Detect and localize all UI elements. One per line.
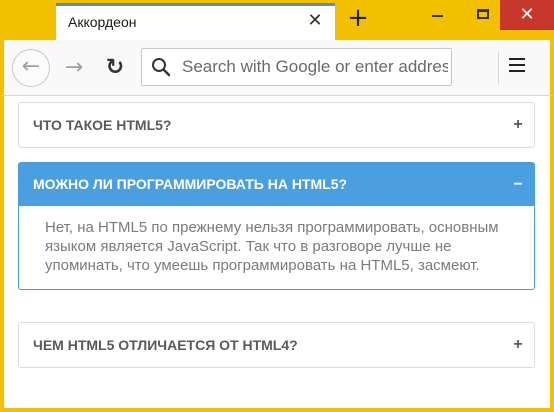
hamburger-menu-icon[interactable] [509,57,527,75]
navigation-toolbar: ← → ↻ [0,40,554,96]
collapse-icon[interactable]: − [510,163,526,206]
accordion-title: ЧЕМ HTML5 ОТЛИЧАЕТСЯ ОТ HTML4? [33,337,298,353]
new-tab-button[interactable]: + [345,5,371,32]
accordion-item: ЧЕМ HTML5 ОТЛИЧАЕТСЯ ОТ HTML4? + [18,322,535,368]
toolbar-divider [498,52,499,84]
accordion-panel-text: Нет, на HTML5 по прежнему нельзя програм… [45,219,499,274]
tab-close-icon[interactable]: ✕ [305,10,325,30]
accordion-header[interactable]: ЧТО ТАКОЕ HTML5? + [19,103,534,147]
url-bar[interactable] [141,48,452,86]
accordion-header[interactable]: ЧЕМ HTML5 ОТЛИЧАЕТСЯ ОТ HTML4? + [19,323,534,367]
accordion-title: ЧТО ТАКОЕ HTML5? [33,117,172,133]
forward-button[interactable]: → [60,54,88,82]
close-icon: ✕ [519,4,535,24]
minimize-button[interactable] [415,0,461,30]
accordion-item: ЧТО ТАКОЕ HTML5? + [18,102,535,148]
page-content: ЧТО ТАКОЕ HTML5? + МОЖНО ЛИ ПРОГРАММИРОВ… [4,96,550,408]
back-button[interactable]: ← [12,49,50,87]
tab-title: Аккордеон [68,14,137,30]
expand-icon[interactable]: + [510,103,526,147]
search-icon [152,58,171,77]
expand-icon[interactable]: + [510,323,526,367]
accordion-header[interactable]: МОЖНО ЛИ ПРОГРАММИРОВАТЬ НА HTML5? − [19,163,534,206]
window-frame-bottom [0,408,554,412]
title-bar: Аккордеон ✕ + ✕ [0,0,554,40]
browser-window: Аккордеон ✕ + ✕ ← → ↻ ЧТО ТАКОЕ HTML5? [0,0,554,412]
browser-tab[interactable]: Аккордеон ✕ [56,3,335,40]
reload-button[interactable]: ↻ [100,53,130,83]
accordion-item-open: МОЖНО ЛИ ПРОГРАММИРОВАТЬ НА HTML5? − Нет… [18,162,535,290]
url-input[interactable] [182,54,448,80]
window-close-button[interactable]: ✕ [500,0,554,30]
accordion-title: МОЖНО ЛИ ПРОГРАММИРОВАТЬ НА HTML5? [33,176,348,192]
